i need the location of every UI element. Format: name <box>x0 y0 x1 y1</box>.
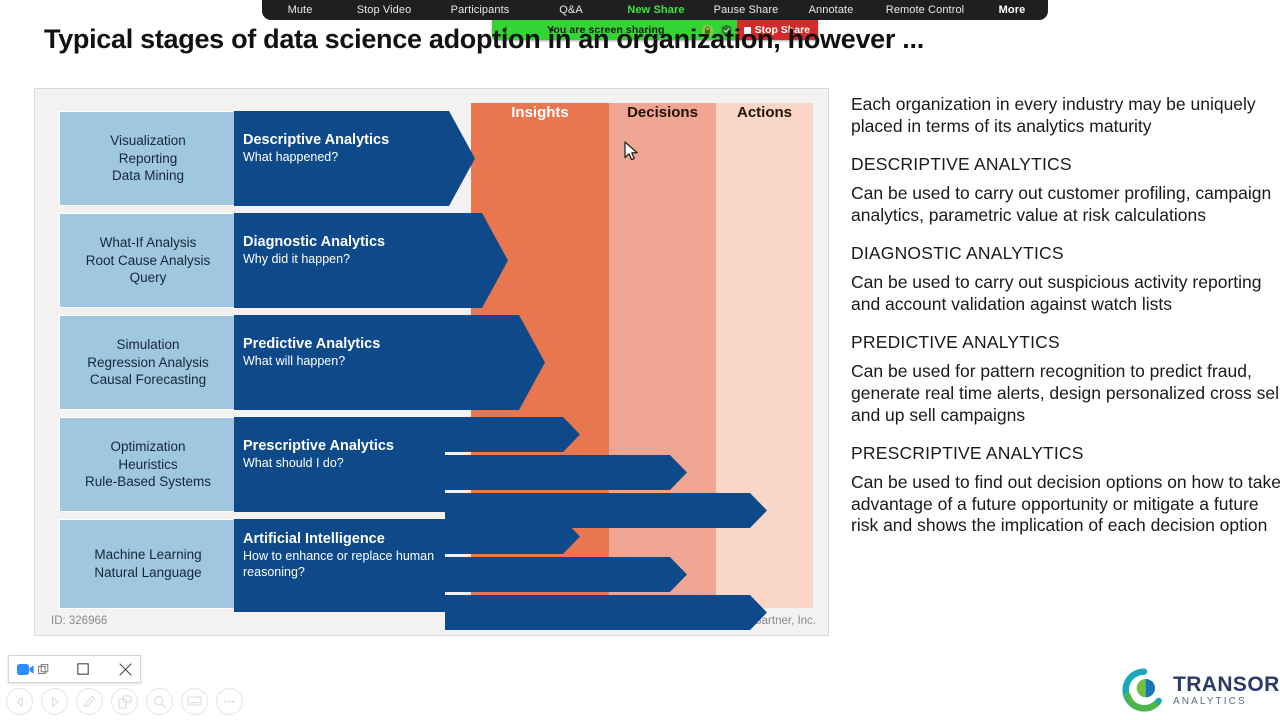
square-icon <box>77 663 89 675</box>
pen-icon <box>83 695 96 708</box>
duplicate-icon[interactable] <box>38 663 49 675</box>
arrow-prescriptive-prong-decisions <box>445 455 687 490</box>
stage-title: Prescriptive Analytics <box>243 438 394 454</box>
stage-title: Predictive Analytics <box>243 336 381 352</box>
section-heading-prescriptive: PRESCRIPTIVE ANALYTICS <box>851 443 1084 464</box>
previous-slide-button[interactable] <box>6 688 33 715</box>
arrow-ai-prong-decisions <box>445 557 687 592</box>
column-header-actions: Actions <box>736 103 792 121</box>
more-button[interactable]: ••• <box>216 688 243 715</box>
floating-window-controls <box>8 655 141 683</box>
column-header-decisions: Decisions <box>627 103 698 121</box>
toolbar-button-more[interactable]: More <box>980 0 1044 20</box>
video-camera-icon[interactable] <box>17 663 49 676</box>
toolbar-button-participants[interactable]: Participants <box>430 0 530 20</box>
screen-share-slide: Mute Stop Video Participants Q&A New Sha… <box>0 0 1280 720</box>
camera-glyph <box>17 663 34 675</box>
stage-question: reasoning? <box>243 565 305 580</box>
column-header-insights: Insights <box>511 103 569 121</box>
stage-label-predictive: Predictive Analytics What will happen? <box>243 335 380 369</box>
section-heading-descriptive: DESCRIPTIVE ANALYTICS <box>851 154 1072 175</box>
chevron-right-icon <box>51 696 59 707</box>
stage-question: Why did it happen? <box>243 252 351 267</box>
section-heading-predictive: PREDICTIVE ANALYTICS <box>851 332 1060 353</box>
stage-label-prescriptive: Prescriptive Analytics What should I do? <box>243 437 394 471</box>
toolbar-button-qa[interactable]: Q&A <box>530 0 612 20</box>
stage-label-diagnostic: Diagnostic Analytics Why did it happen? <box>243 233 385 267</box>
section-body-predictive: Can be used for pattern recognition to p… <box>851 361 1280 425</box>
stage-question: What will happen? <box>243 354 346 369</box>
analytics-maturity-diagram: Visualization Reporting Data Mining What… <box>34 88 829 636</box>
annotation-toolbar: ••• <box>6 688 243 715</box>
toolbar-button-stop-video[interactable]: Stop Video <box>338 0 430 20</box>
page-title: Typical stages of data science adoption … <box>44 24 924 54</box>
arrow-prescriptive-prong-insights <box>445 417 580 452</box>
arrow-ai-prong-actions <box>445 595 767 630</box>
arrow-ai-prong-insights <box>445 519 580 554</box>
next-slide-button[interactable] <box>41 688 68 715</box>
copy-button[interactable] <box>111 688 138 715</box>
close-icon <box>119 662 132 676</box>
stage-label-descriptive: Descriptive Analytics What happened? <box>243 131 389 165</box>
stage-question: What happened? <box>243 150 339 165</box>
transorg-logo-icon <box>1122 668 1162 712</box>
zoom-meeting-toolbar: Mute Stop Video Participants Q&A New Sha… <box>262 0 1048 20</box>
toolbar-button-remote-control[interactable]: Remote Control <box>870 0 980 20</box>
stage-question: How to enhance or replace human <box>243 549 435 564</box>
logo-name: TRANSORG <box>1173 672 1280 696</box>
toolbar-button-mute[interactable]: Mute <box>262 0 338 20</box>
explanation-panel: Each organization in every industry may … <box>851 94 1280 554</box>
toolbar-button-annotate[interactable]: Annotate <box>792 0 870 20</box>
stage-title: Diagnostic Analytics <box>243 234 386 250</box>
close-window-button[interactable] <box>119 662 132 676</box>
presentation-icon <box>187 696 202 706</box>
stage-label-ai: Artificial Intelligence How to enhance o… <box>243 530 434 580</box>
present-button[interactable] <box>181 688 208 715</box>
section-body-descriptive: Can be used to carry out customer profil… <box>851 183 1272 225</box>
pen-button[interactable] <box>76 688 103 715</box>
toolbar-button-new-share[interactable]: New Share <box>612 0 700 20</box>
toolbar-button-pause-share[interactable]: Pause Share <box>700 0 792 20</box>
magnifier-icon <box>153 695 166 708</box>
intro-paragraph: Each organization in every industry may … <box>851 94 1256 136</box>
stage-title: Artificial Intelligence <box>243 531 385 547</box>
zoom-button[interactable] <box>146 688 173 715</box>
section-body-diagnostic: Can be used to carry out suspicious acti… <box>851 272 1262 314</box>
logo-subtitle: ANALYTICS <box>1173 695 1247 707</box>
restore-window-button[interactable] <box>77 663 89 675</box>
copy-icon <box>117 694 132 709</box>
chevron-left-icon <box>15 696 23 707</box>
more-dots-label: ••• <box>224 696 235 707</box>
logo-wordmark: TRANSORG ANALYTICS <box>1173 674 1280 707</box>
section-heading-diagnostic: DIAGNOSTIC ANALYTICS <box>851 243 1064 264</box>
section-body-prescriptive: Can be used to find out decision options… <box>851 471 1280 536</box>
stage-question: What should I do? <box>243 456 344 471</box>
company-logo: TRANSORG ANALYTICS <box>1122 668 1280 712</box>
mouse-cursor <box>624 141 638 161</box>
stage-title: Descriptive Analytics <box>243 132 390 148</box>
